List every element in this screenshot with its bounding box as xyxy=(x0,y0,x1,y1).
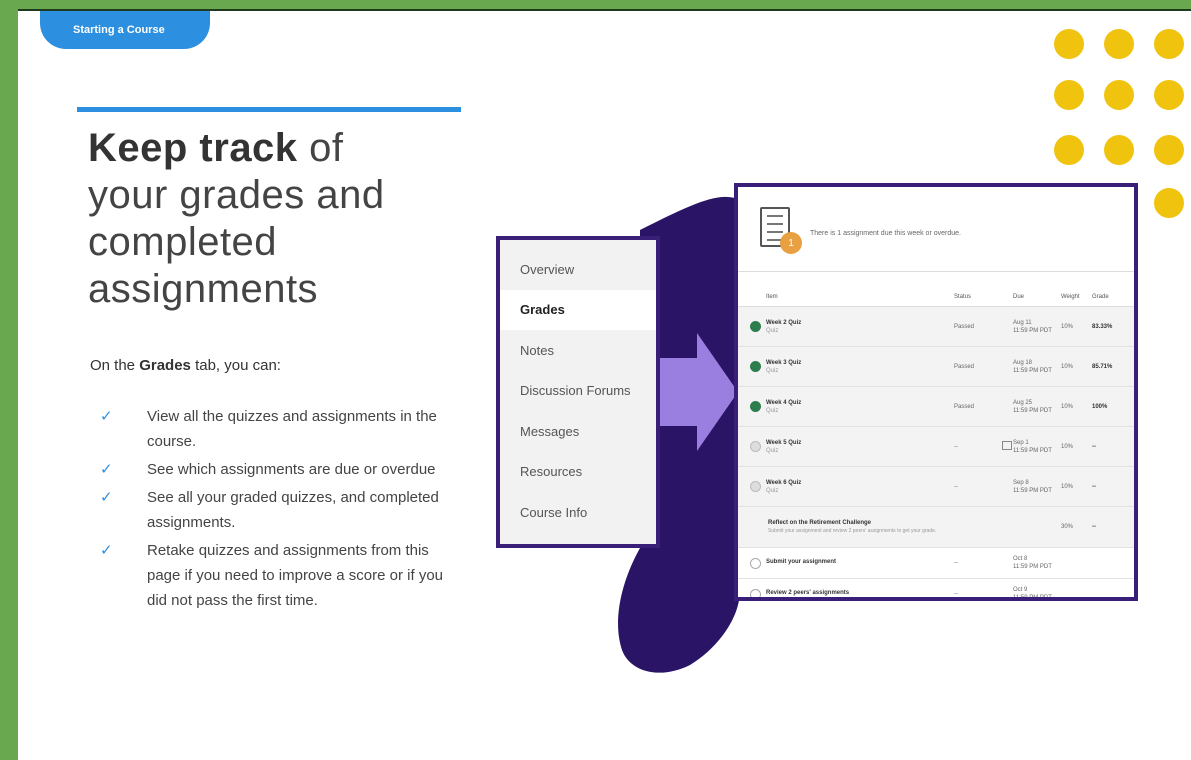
table-row[interactable]: Week 4 Quiz Quiz Passed Aug 25 11:59 PM PD… xyxy=(738,387,1134,427)
step-circle-icon xyxy=(750,558,761,569)
table-row[interactable]: Week 5 Quiz Quiz -- Sep 1 11:59 PM PDT 10%… xyxy=(738,427,1134,467)
item-grade: 85.71% xyxy=(1092,363,1113,370)
due-time: 11:59 PM PDT xyxy=(1013,487,1052,494)
item-due: Aug 18 11:59 PM PDT xyxy=(1013,359,1061,375)
nav-item-overview[interactable]: Overview xyxy=(500,249,656,290)
item-due: Sep 8 11:59 PM PDT xyxy=(1013,479,1061,495)
step-circle-icon xyxy=(750,589,761,597)
item-type: Quiz xyxy=(766,487,779,494)
item-title[interactable]: Reflect on the Retirement Challenge xyxy=(768,520,954,526)
nav-item-messages[interactable]: Messages xyxy=(500,411,656,452)
item-weight: 30% xyxy=(1061,524,1074,530)
table-header: Item Status Due Weight Grade xyxy=(738,272,1134,307)
item-title[interactable]: Review 2 peers' assignments xyxy=(766,590,954,596)
item-title[interactable]: Week 6 Quiz xyxy=(766,480,954,486)
table-row[interactable]: Week 3 Quiz Quiz Passed Aug 18 11:59 PM PD… xyxy=(738,347,1134,387)
due-message: There is 1 assignment due this week or o… xyxy=(810,230,961,237)
pending-circle-icon xyxy=(750,481,761,492)
due-time: 11:59 PM PDT xyxy=(1013,367,1052,374)
pending-circle-icon xyxy=(750,441,761,452)
col-weight: Weight xyxy=(1061,294,1080,300)
check-circle-icon xyxy=(750,321,761,332)
item-status: -- xyxy=(954,591,958,597)
item-status: Passed xyxy=(954,363,975,370)
item-title[interactable]: Week 3 Quiz xyxy=(766,360,954,366)
table-row[interactable]: Submit your assignment -- Oct 8 11:59 PM … xyxy=(738,548,1134,579)
item-due: Aug 11 11:59 PM PDT xyxy=(1013,319,1061,335)
item-weight: 10% xyxy=(1061,443,1074,450)
due-date: Oct 9 xyxy=(1013,587,1028,593)
due-date: Aug 25 xyxy=(1013,399,1033,406)
due-date: Aug 18 xyxy=(1013,359,1033,366)
item-grade: -- xyxy=(1092,443,1096,450)
item-weight: 10% xyxy=(1061,323,1074,330)
due-time: 11:59 PM PDT xyxy=(1013,407,1052,414)
table-row[interactable]: Week 2 Quiz Quiz Passed Aug 11 11:59 PM PD… xyxy=(738,307,1134,347)
nav-item-grades[interactable]: Grades xyxy=(500,289,656,330)
item-due xyxy=(1013,523,1061,531)
nav-item-notes[interactable]: Notes xyxy=(500,330,656,371)
item-due: Oct 8 11:59 PM PDT xyxy=(1013,555,1061,571)
due-time: 11:59 PM PDT xyxy=(1013,564,1052,570)
due-banner: 1 There is 1 assignment due this week or… xyxy=(738,187,1134,272)
nav-item-discussion-forums[interactable]: Discussion Forums xyxy=(500,371,656,412)
table-row[interactable]: Week 6 Quiz Quiz -- Sep 8 11:59 PM PDT 10%… xyxy=(738,467,1134,507)
course-nav: Overview Grades Notes Discussion Forums … xyxy=(496,236,660,548)
item-title[interactable]: Week 5 Quiz xyxy=(766,440,954,446)
table-row[interactable]: Review 2 peers' assignments -- Oct 9 11:5… xyxy=(738,579,1134,601)
item-weight: 10% xyxy=(1061,483,1074,490)
nav-item-course-info[interactable]: Course Info xyxy=(500,492,656,533)
check-circle-icon xyxy=(750,401,761,412)
col-due: Due xyxy=(1013,294,1025,300)
item-status: -- xyxy=(954,560,958,566)
due-date: Sep 8 xyxy=(1013,479,1029,486)
item-title[interactable]: Week 4 Quiz xyxy=(766,400,954,406)
col-grade: Grade xyxy=(1092,294,1109,300)
nav-item-resources[interactable]: Resources xyxy=(500,452,656,493)
item-status: Passed xyxy=(954,403,975,410)
item-title[interactable]: Week 2 Quiz xyxy=(766,320,954,326)
item-type: Quiz xyxy=(766,327,779,334)
item-grade: 100% xyxy=(1092,403,1108,410)
item-due: Oct 9 11:59 PM PDT xyxy=(1013,586,1061,601)
due-date: Aug 11 xyxy=(1013,319,1032,326)
due-time: 11:59 PM PDT xyxy=(1013,447,1052,454)
flag-icon xyxy=(1002,441,1012,450)
item-due: Aug 25 11:59 PM PDT xyxy=(1013,399,1061,415)
item-type: Submit your assignment and review 2 peer… xyxy=(768,528,937,534)
due-count-badge: 1 xyxy=(780,232,802,254)
item-grade: -- xyxy=(1092,483,1096,490)
grades-panel: 1 There is 1 assignment due this week or… xyxy=(734,183,1138,601)
item-weight: 10% xyxy=(1061,403,1074,410)
col-status: Status xyxy=(954,294,972,300)
item-type: Quiz xyxy=(766,367,779,374)
item-due: Sep 1 11:59 PM PDT xyxy=(1013,439,1061,455)
table-row[interactable]: Reflect on the Retirement Challenge Submi… xyxy=(738,507,1134,548)
col-item: Item xyxy=(766,294,778,300)
item-status: -- xyxy=(954,483,958,490)
item-status: Passed xyxy=(954,323,975,330)
item-title[interactable]: Submit your assignment xyxy=(766,559,954,565)
due-date: Sep 1 xyxy=(1013,439,1029,446)
item-type: Quiz xyxy=(766,407,779,414)
item-grade: 83.33% xyxy=(1092,323,1113,330)
due-date: Oct 8 xyxy=(1013,556,1028,562)
check-circle-icon xyxy=(750,361,761,372)
due-time: 11:59 PM PDT xyxy=(1013,327,1052,334)
due-time: 11:59 PM PDT xyxy=(1013,595,1052,601)
item-grade: -- xyxy=(1092,524,1096,530)
item-type: Quiz xyxy=(766,447,779,454)
item-weight: 10% xyxy=(1061,363,1074,370)
